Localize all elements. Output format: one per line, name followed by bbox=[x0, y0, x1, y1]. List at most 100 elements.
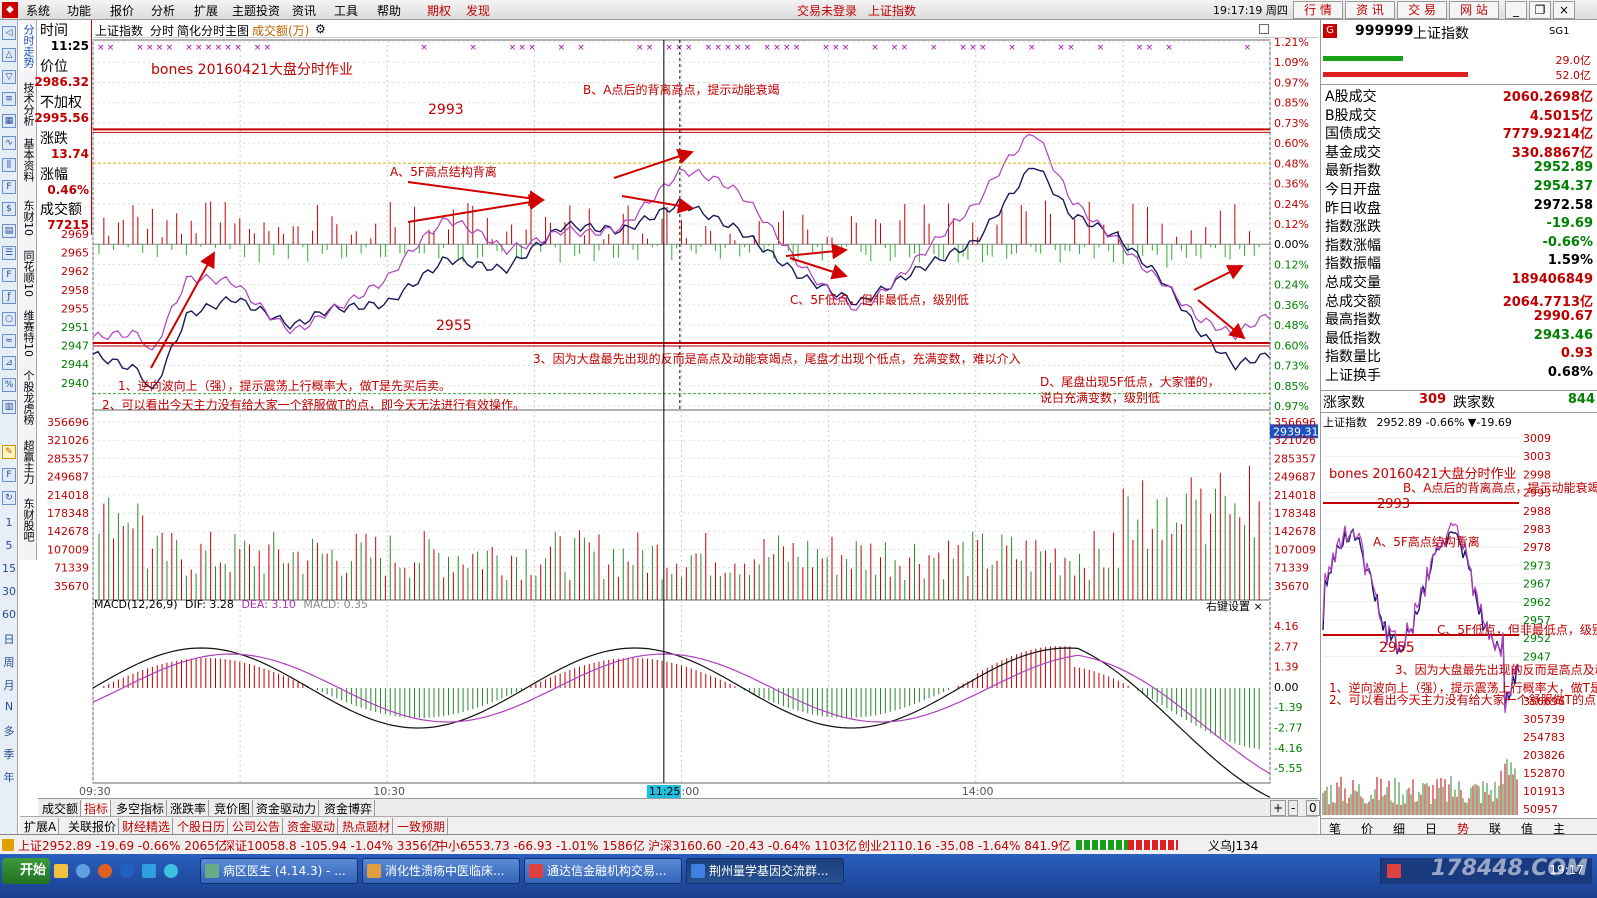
period-multi[interactable]: 多 bbox=[0, 723, 18, 739]
chart-icon[interactable]: ⊿ bbox=[2, 356, 16, 370]
menu-extend[interactable]: 扩展 bbox=[194, 2, 218, 19]
tab-fund-driver[interactable]: 资金驱动 bbox=[285, 818, 339, 835]
quicklaunch-icon-1[interactable] bbox=[54, 864, 68, 878]
period-quarter[interactable]: 季 bbox=[0, 746, 18, 762]
down-icon[interactable]: ▽ bbox=[2, 70, 16, 84]
close-icon[interactable]: × bbox=[1254, 600, 1263, 613]
period-15m[interactable]: 15 bbox=[0, 562, 18, 575]
list-icon[interactable]: ☰ bbox=[2, 246, 16, 260]
quicklaunch-icon-5[interactable] bbox=[142, 864, 156, 878]
vtab-super-main[interactable]: 超赢主力 bbox=[20, 440, 36, 487]
chart-sub[interactable]: 简化分时主图 bbox=[177, 22, 249, 39]
tab-fund-drive[interactable]: 资金驱动力 bbox=[254, 800, 320, 816]
menu-tools[interactable]: 工具 bbox=[334, 2, 358, 19]
quicklaunch-icon-2[interactable] bbox=[76, 864, 90, 878]
status-zx[interactable]: 中小6553.73 -66.93 -1.01% 1586亿 bbox=[436, 837, 645, 854]
status-hs[interactable]: 沪深3160.60 -20.43 -0.64% 1103亿 bbox=[648, 837, 857, 854]
menu-system[interactable]: 系统 bbox=[26, 2, 50, 19]
period-1m[interactable]: 1 bbox=[0, 516, 18, 529]
minimize-icon[interactable]: _ bbox=[1505, 1, 1527, 19]
chart-mode[interactable]: 分时 bbox=[150, 22, 174, 39]
vtab-ths10[interactable]: 同花顺10 bbox=[20, 250, 36, 300]
f5-icon[interactable]: F bbox=[2, 468, 16, 482]
period-n[interactable]: N bbox=[0, 700, 18, 713]
task-ward-doctor[interactable]: 病区医生 (4.14.3) - ... bbox=[200, 858, 358, 884]
vtab-dongcai10[interactable]: 东财10 bbox=[20, 200, 36, 239]
alert-icon[interactable] bbox=[2, 839, 14, 851]
vtab-weisaite10[interactable]: 维赛特10 bbox=[20, 310, 36, 360]
period-day[interactable]: 日 bbox=[0, 631, 18, 647]
status-sh[interactable]: 上证2952.89 -19.69 -0.66% 2065亿 bbox=[18, 837, 227, 854]
menu-info[interactable]: 资讯 bbox=[292, 2, 316, 19]
tab-finance-picks[interactable]: 财经精选 bbox=[120, 818, 174, 835]
quote-icon[interactable]: ≡ bbox=[2, 92, 16, 106]
tab-website[interactable]: 网 站 bbox=[1449, 1, 1499, 19]
up-icon[interactable]: △ bbox=[2, 48, 16, 62]
task-ulcer[interactable]: 消化性溃疡中医临床... bbox=[362, 858, 520, 884]
f2-icon[interactable]: F bbox=[2, 268, 16, 282]
gear-icon[interactable]: ⚙ bbox=[315, 22, 326, 36]
vtab-dragon-tiger[interactable]: 个股龙虎榜 bbox=[20, 370, 36, 428]
start-button[interactable]: 开始 bbox=[2, 858, 50, 884]
intraday-chart[interactable]: × × × × × × × × × × × × × × × × × × × × × × × × × × × × × × × × × × × × × × × ×… bbox=[38, 38, 1320, 798]
zoom-in-button[interactable]: + bbox=[1270, 800, 1287, 816]
status-sz[interactable]: 深证10058.8 -105.94 -1.04% 3356亿 bbox=[223, 837, 439, 854]
grid-icon[interactable]: ▦ bbox=[2, 114, 16, 128]
kline-icon[interactable]: ⫼ bbox=[2, 158, 16, 172]
tab-stock-calendar[interactable]: 个股日历 bbox=[175, 818, 229, 835]
tab-amount[interactable]: 成交额 bbox=[40, 800, 82, 816]
tray-icon-s[interactable] bbox=[1387, 864, 1401, 878]
chart2-icon[interactable]: ▥ bbox=[2, 400, 16, 414]
server-label[interactable]: 义乌J134 bbox=[1208, 837, 1258, 854]
vtab-timeshare[interactable]: 分时走势 bbox=[20, 24, 36, 71]
pencil-icon[interactable]: ✎ bbox=[2, 445, 16, 459]
period-month[interactable]: 月 bbox=[0, 677, 18, 693]
wave-icon[interactable]: ≈ bbox=[2, 334, 16, 348]
period-30m[interactable]: 30 bbox=[0, 585, 18, 598]
pct-icon[interactable]: % bbox=[2, 378, 16, 392]
tab-longshort[interactable]: 多空指标 bbox=[114, 800, 168, 816]
period-5m[interactable]: 5 bbox=[0, 539, 18, 552]
quicklaunch-icon-6[interactable] bbox=[164, 864, 178, 878]
tab-extA[interactable]: 扩展A bbox=[22, 818, 60, 835]
news-icon[interactable]: ▤ bbox=[2, 224, 16, 238]
quicklaunch-icon-4[interactable] bbox=[120, 864, 134, 878]
menu-help[interactable]: 帮助 bbox=[377, 2, 401, 19]
tab-auction[interactable]: 竞价图 bbox=[212, 800, 254, 816]
login-status[interactable]: 交易未登录 bbox=[797, 2, 857, 19]
menu-theme-invest[interactable]: 主题投资 bbox=[232, 2, 280, 19]
close-icon[interactable]: × bbox=[1553, 1, 1575, 19]
tab-fund-game[interactable]: 资金博弈 bbox=[322, 800, 376, 816]
fx-icon[interactable]: ƒ bbox=[2, 290, 16, 304]
tab-news[interactable]: 资 讯 bbox=[1345, 1, 1395, 19]
line-icon[interactable]: ∿ bbox=[2, 136, 16, 150]
menu-function[interactable]: 功能 bbox=[67, 2, 91, 19]
task-qq-group[interactable]: 荆州量学基因交流群... bbox=[686, 858, 844, 884]
vtab-fundamentals[interactable]: 基本资料 bbox=[20, 138, 36, 185]
menu-options[interactable]: 期权 bbox=[427, 2, 451, 19]
tab-market[interactable]: 行 情 bbox=[1293, 1, 1343, 19]
menu-analysis[interactable]: 分析 bbox=[151, 2, 175, 19]
tab-related[interactable]: 关联报价 bbox=[66, 818, 120, 835]
status-cy[interactable]: 创业2110.16 -35.08 -1.64% 841.9亿 bbox=[858, 837, 1071, 854]
f10-icon[interactable]: F bbox=[2, 180, 16, 194]
macd-settings[interactable]: 右键设置 × bbox=[1206, 598, 1263, 614]
menu-quote[interactable]: 报价 bbox=[110, 2, 134, 19]
maximize-icon[interactable] bbox=[1259, 24, 1269, 34]
restore-icon[interactable]: ❐ bbox=[1529, 1, 1551, 19]
back-icon[interactable]: ◁ bbox=[2, 26, 16, 40]
tab-trade[interactable]: 交 易 bbox=[1397, 1, 1447, 19]
tab-riserate[interactable]: 涨跌率 bbox=[168, 800, 210, 816]
fund-icon[interactable]: $ bbox=[2, 202, 16, 216]
tab-hot-topics[interactable]: 热点题材 bbox=[340, 818, 394, 835]
menu-discover[interactable]: 发现 bbox=[466, 2, 490, 19]
mini-chart[interactable]: 3009 3003 2998 2993 2988 2983 2978 2973 2967 2962… bbox=[1321, 430, 1597, 820]
tab-indicator[interactable]: 指标 bbox=[82, 800, 112, 816]
vtab-guba[interactable]: 东财股吧 bbox=[20, 498, 36, 545]
period-60m[interactable]: 60 bbox=[0, 608, 18, 621]
tab-announcements[interactable]: 公司公告 bbox=[230, 818, 284, 835]
task-tdx[interactable]: 通达信金融机构交易... bbox=[524, 858, 682, 884]
quicklaunch-icon-3[interactable] bbox=[98, 864, 112, 878]
period-year[interactable]: 年 bbox=[0, 769, 18, 785]
period-week[interactable]: 周 bbox=[0, 654, 18, 670]
